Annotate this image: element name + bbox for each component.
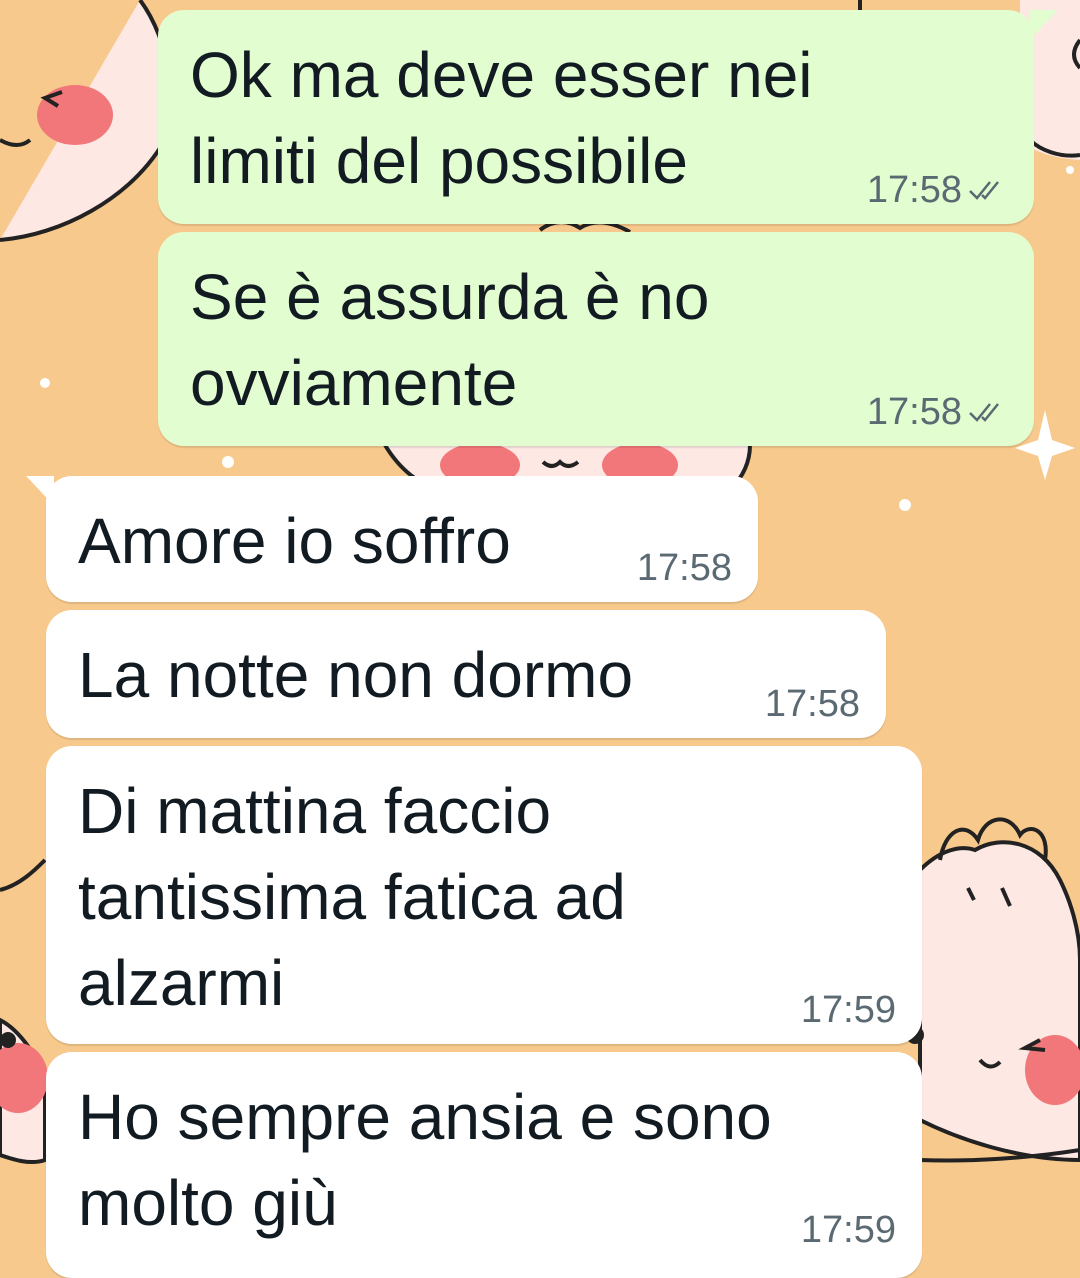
double-check-icon [969,181,999,200]
double-check-icon [969,403,999,422]
message-bubble-incoming[interactable]: La notte non dormo 17:58 [46,610,886,738]
bun-face-right [906,817,1080,1163]
message-meta: 17:58 [765,684,860,724]
message-bubble-incoming[interactable]: Ho sempre ansia e sono molto giù 17:59 [46,1052,922,1278]
message-text: Ho sempre ansia e sono molto giù [78,1081,772,1239]
message-bubble-outgoing[interactable]: Ok ma deve esser nei limiti del possibil… [158,10,1034,224]
message-time: 17:58 [764,683,860,725]
message-time: 17:58 [866,169,962,211]
message-time: 17:59 [800,1209,896,1251]
message-bubble-outgoing[interactable]: Se è assurda è no ovviamente 17:58 [158,232,1034,446]
message-text: Di mattina faccio tantissima fatica ad a… [78,775,626,1019]
message-meta: 17:59 [801,990,896,1030]
message-text: La notte non dormo [78,639,634,711]
bubble-tail-outgoing [1030,10,1058,40]
message-meta: 17:58 [637,548,732,588]
message-meta: 17:59 [801,1210,896,1250]
message-bubble-incoming[interactable]: Amore io soffro 17:58 [46,476,758,602]
message-text: Amore io soffro [78,505,511,577]
message-time: 17:58 [866,391,962,433]
message-meta: 17:58 [867,170,1008,210]
message-bubble-incoming[interactable]: Di mattina faccio tantissima fatica ad a… [46,746,922,1044]
message-meta: 17:58 [867,392,1008,432]
message-time: 17:58 [636,547,732,589]
message-time: 17:59 [800,989,896,1031]
